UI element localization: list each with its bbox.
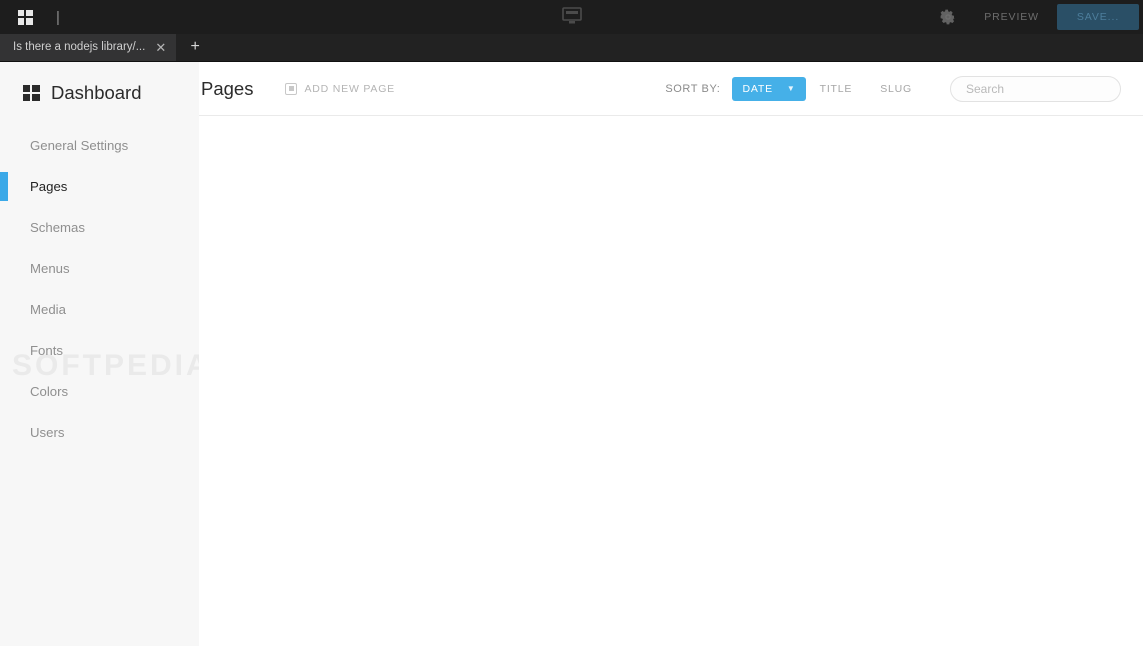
sidebar-item-label: Schemas <box>30 220 85 235</box>
app-body: Dashboard General Settings Pages Schemas… <box>0 62 1143 646</box>
sidebar-item-label: Menus <box>30 261 70 276</box>
save-button[interactable]: SAVE... <box>1057 4 1139 30</box>
grid-apps-icon[interactable] <box>8 0 42 34</box>
sidebar-item-colors[interactable]: Colors <box>0 371 199 412</box>
brand[interactable]: Dashboard <box>0 62 199 108</box>
active-indicator <box>0 172 8 201</box>
add-page-icon <box>285 82 298 95</box>
monitor-icon[interactable] <box>561 7 582 30</box>
tab-strip: Is there a nodejs library/... ✕ + <box>0 33 1143 62</box>
search-wrap <box>950 75 1121 102</box>
grid-apps-glyph <box>17 9 33 25</box>
sidebar-item-general-settings[interactable]: General Settings <box>0 125 199 166</box>
add-new-page-button[interactable]: ADD NEW PAGE <box>285 82 395 95</box>
header-text-cursor: | <box>56 8 60 26</box>
main-panel: Pages ADD NEW PAGE SORT BY: DATE ▼ TITLE… <box>199 62 1143 646</box>
chevron-down-icon: ▼ <box>786 83 796 93</box>
sort-option-title[interactable]: TITLE <box>806 83 867 95</box>
sidebar-item-label: Pages <box>30 179 68 194</box>
sidebar-item-label: General Settings <box>30 138 129 153</box>
content-header: Pages ADD NEW PAGE SORT BY: DATE ▼ TITLE… <box>199 62 1143 116</box>
preview-button[interactable]: PREVIEW <box>966 0 1057 34</box>
sort-option-date[interactable]: DATE ▼ <box>732 76 806 101</box>
sidebar-item-label: Colors <box>30 384 69 399</box>
sidebar-item-label: Media <box>30 302 66 317</box>
close-icon[interactable]: ✕ <box>155 41 166 54</box>
brand-title: Dashboard <box>51 82 142 103</box>
tab-title: Is there a nodejs library/... <box>13 41 146 53</box>
sidebar-item-label: Users <box>30 425 65 440</box>
sidebar-item-menus[interactable]: Menus <box>0 248 199 289</box>
header-tools: SORT BY: DATE ▼ TITLE SLUG <box>665 75 1121 102</box>
sort-by-label: SORT BY: <box>665 82 721 95</box>
browser-header: | PREVIEW SAVE... <box>0 0 1143 34</box>
sidebar-item-media[interactable]: Media <box>0 289 199 330</box>
sidebar-nav: General Settings Pages Schemas Menus Med… <box>0 125 199 453</box>
browser-header-actions: PREVIEW SAVE... <box>930 0 1143 34</box>
gear-icon[interactable] <box>930 0 966 34</box>
pages-list-empty <box>199 116 1143 646</box>
sidebar-item-pages[interactable]: Pages <box>0 166 199 207</box>
new-tab-button[interactable]: + <box>176 33 214 61</box>
sidebar-item-label: Fonts <box>30 343 63 358</box>
sidebar-item-users[interactable]: Users <box>0 412 199 453</box>
sidebar-item-schemas[interactable]: Schemas <box>0 207 199 248</box>
dashboard-grid-icon <box>23 85 40 101</box>
add-new-page-label: ADD NEW PAGE <box>304 82 395 95</box>
sidebar-item-fonts[interactable]: Fonts <box>0 330 199 371</box>
sort-option-date-label: DATE <box>742 82 773 95</box>
browser-tab[interactable]: Is there a nodejs library/... ✕ <box>0 33 177 61</box>
page-title: Pages <box>201 77 254 99</box>
sidebar: Dashboard General Settings Pages Schemas… <box>0 62 208 646</box>
search-input[interactable] <box>950 75 1121 102</box>
sort-option-slug[interactable]: SLUG <box>866 83 926 95</box>
